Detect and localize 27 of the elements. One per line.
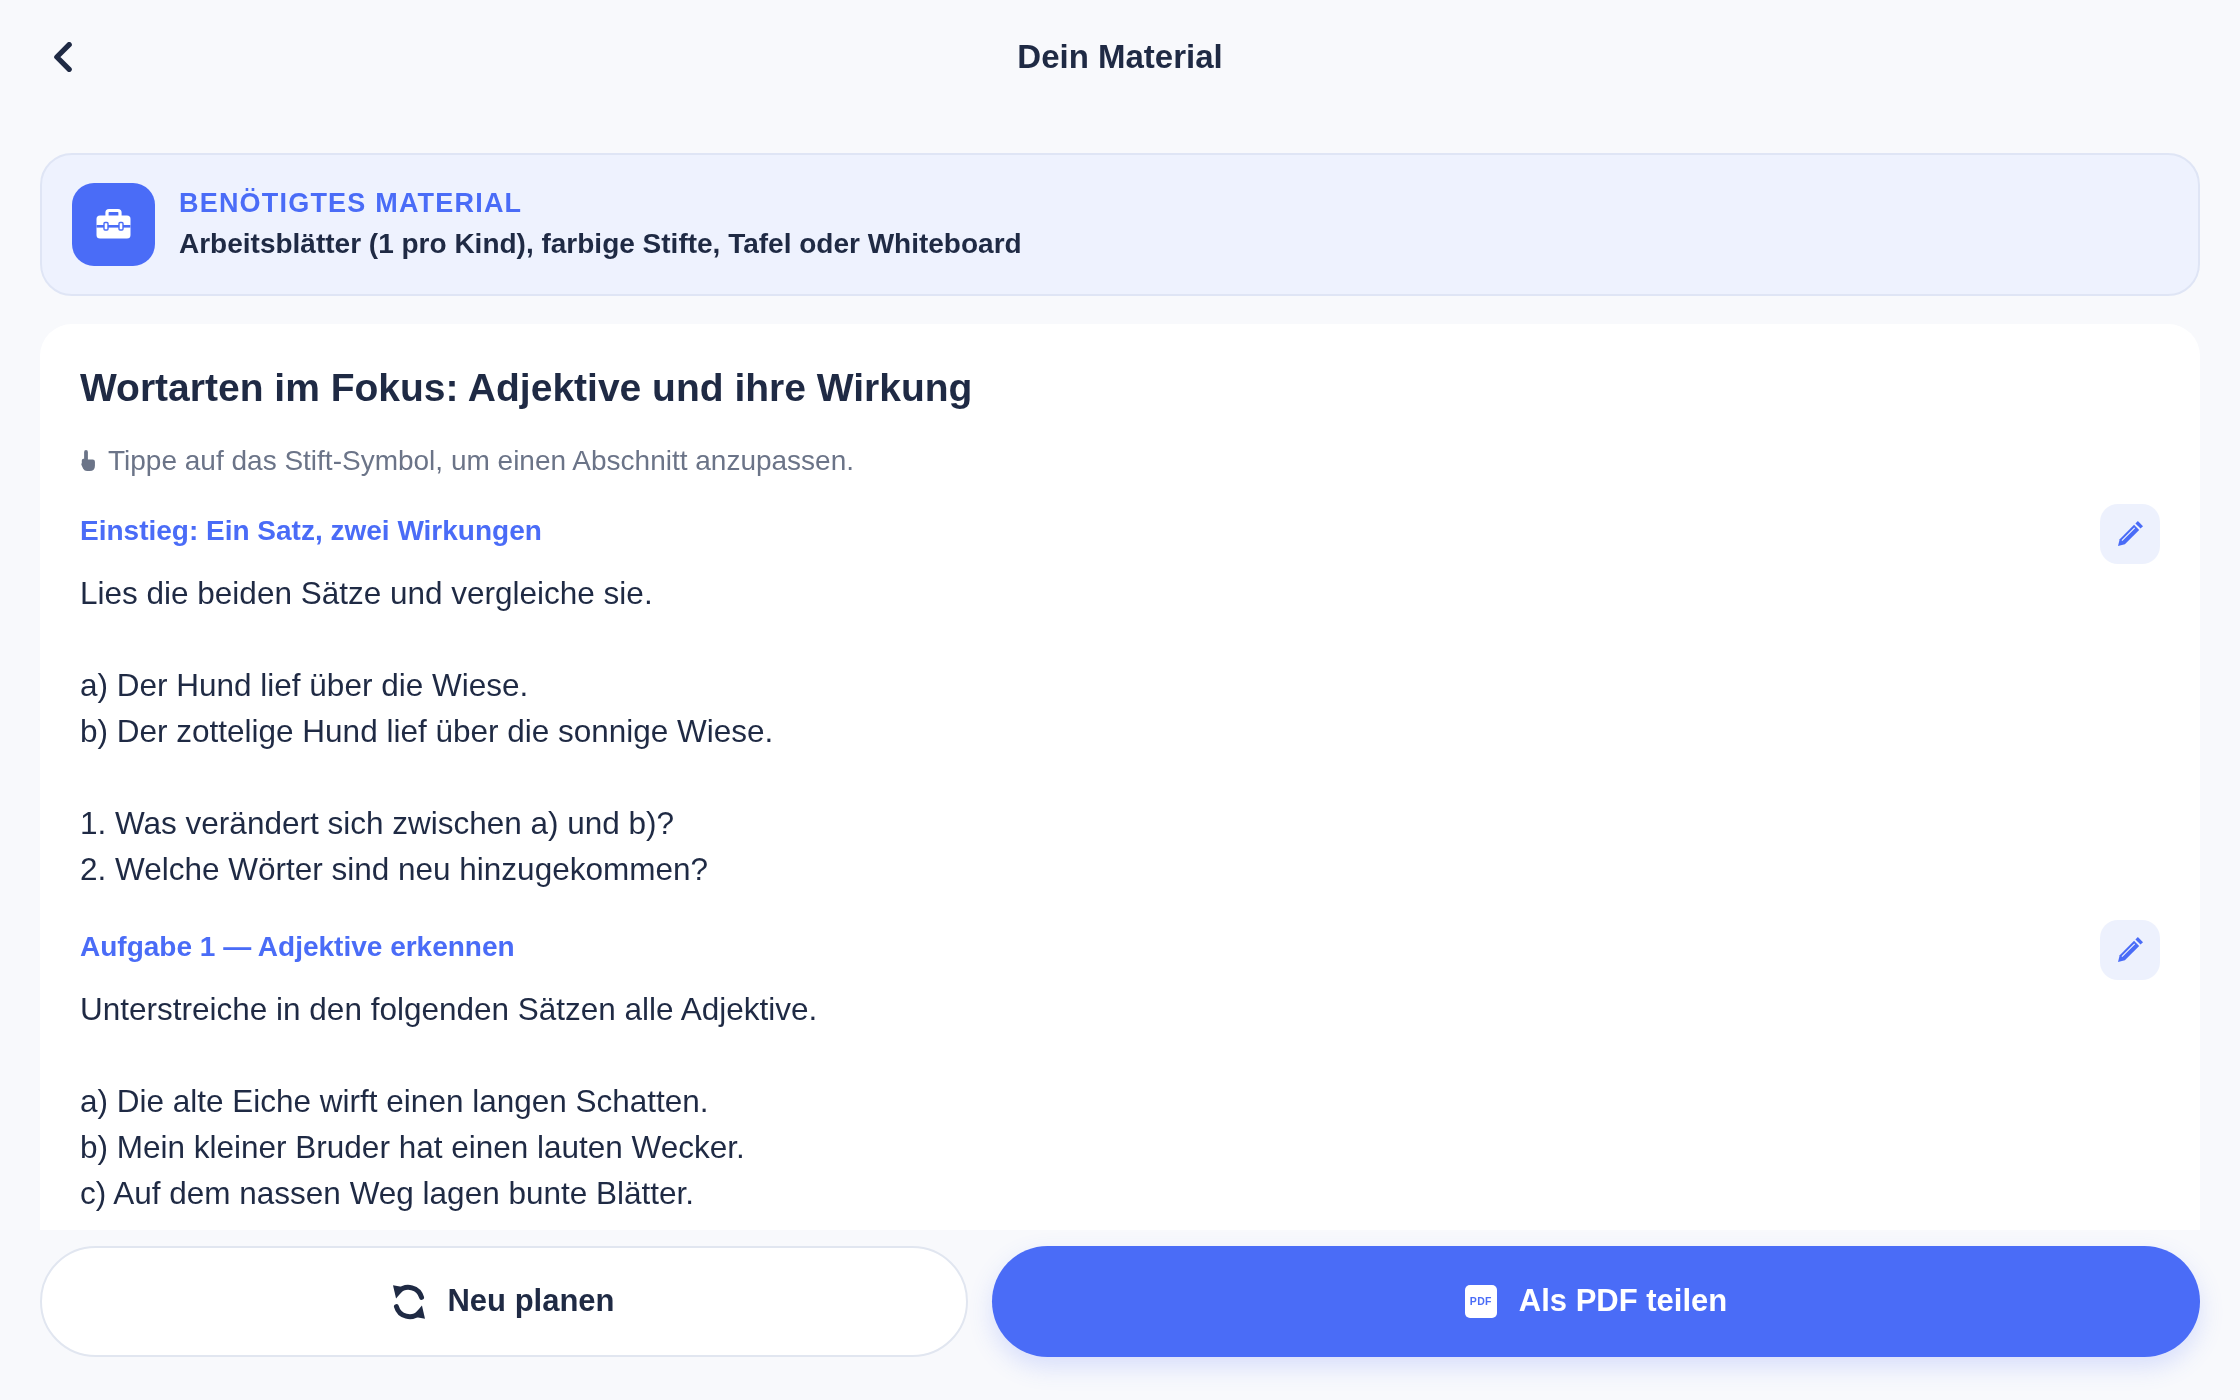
pdf-icon: PDF [1464,1285,1497,1318]
pencil-icon [2117,521,2143,547]
back-icon[interactable] [54,42,72,72]
text-line: Lies die beiden Sätze und vergleiche sie. [80,573,653,613]
text-line: Unterstreiche in den folgenden Sätzen alle Adjektive. [80,989,818,1029]
text-line: 1. Was verändert sich zwischen a) und b)? [80,803,675,843]
edit-button[interactable] [2100,503,2160,564]
refresh-icon [393,1283,426,1320]
pencil-icon [2117,937,2143,963]
section-heading: Einstieg: Ein Satz, zwei Wirkungen [80,513,542,548]
share-pdf-button[interactable]: PDF Als PDF teilen [992,1246,2200,1357]
text-line: 2. Welche Wörter sind neu hinzugekommen? [80,849,708,889]
text-line: c) Auf dem nassen Weg lagen bunte Blätter. [80,1173,695,1213]
section-heading: Aufgabe 1 — Adjektive erkennen [80,929,515,964]
text-line: b) Der zottelige Hund lief über die sonnige Wiese. [80,711,774,751]
text-line: b) Mein kleiner Bruder hat einen lauten Wecker. [80,1127,745,1167]
toolbox-icon [72,183,155,266]
hint-text: Tippe auf das Stift-Symbol, um einen Abschnitt anzupassen. [108,443,855,478]
hand-icon [80,450,96,472]
edit-button[interactable] [2100,919,2160,980]
replan-button[interactable]: Neu planen [40,1246,968,1357]
page-title: Dein Material [1017,37,1223,77]
text-line: a) Die alte Eiche wirft einen langen Schatten. [80,1081,709,1121]
material-label: BENÖTIGTES MATERIAL [179,187,523,220]
text-line: a) Der Hund lief über die Wiese. [80,665,529,705]
worksheet-title: Wortarten im Fokus: Adjektive und ihre Wirkung [80,365,973,411]
material-list: Arbeitsblätter (1 pro Kind), farbige Stifte, Tafel oder Whiteboard [179,225,1022,262]
